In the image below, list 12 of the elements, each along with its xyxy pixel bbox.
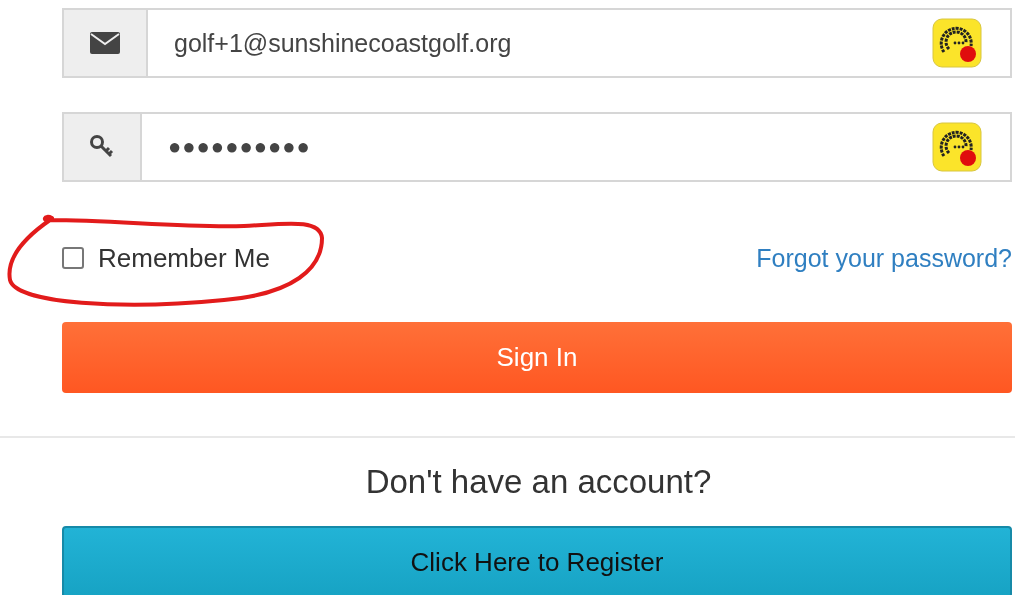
- key-icon: [89, 134, 115, 160]
- envelope-icon: [90, 32, 120, 54]
- forgot-password-link[interactable]: Forgot your password?: [756, 243, 1012, 273]
- email-input[interactable]: golf+1@sunshinecoastgolf.org: [148, 10, 932, 76]
- password-field[interactable]: ●●●●●●●●●●: [62, 112, 1012, 182]
- password-input[interactable]: ●●●●●●●●●●: [142, 114, 932, 180]
- app-badge-icon[interactable]: [932, 122, 982, 172]
- email-field[interactable]: golf+1@sunshinecoastgolf.org: [62, 8, 1012, 78]
- app-badge-icon[interactable]: [932, 18, 982, 68]
- remember-me-checkbox[interactable]: Remember Me: [62, 242, 270, 274]
- register-button[interactable]: Click Here to Register: [62, 526, 1012, 595]
- register-prompt: Don't have an account?: [364, 462, 713, 502]
